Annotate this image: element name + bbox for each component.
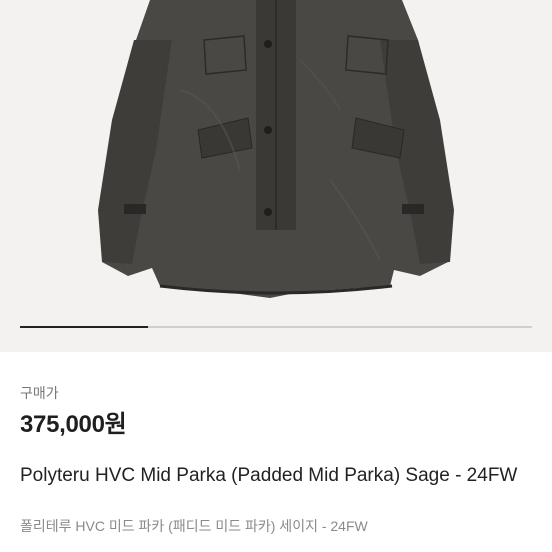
carousel-progress-fill: [20, 326, 148, 328]
product-title: Polyteru HVC Mid Parka (Padded Mid Parka…: [20, 465, 518, 486]
carousel-progress: [20, 326, 532, 328]
price-label: 구매가: [20, 385, 59, 401]
price-section: 구매가 375,000원: [20, 384, 532, 440]
parka-product-icon: [98, 0, 454, 298]
price-value: 375,000원: [20, 411, 127, 438]
product-image-area[interactable]: [0, 0, 552, 352]
product-subtitle: 폴리테루 HVC 미드 파카 (패디드 미드 파카) 세이지 - 24FW: [20, 518, 368, 534]
